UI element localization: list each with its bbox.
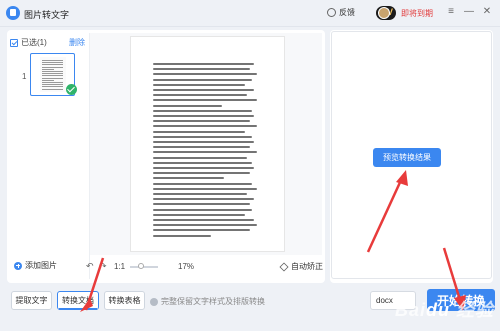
feedback-button[interactable]: 反馈 [327,7,355,18]
mode-hint-text: 完整保留文字样式及排版转换 [161,297,265,306]
feedback-icon [327,8,336,17]
document-text-line [153,156,248,159]
feedback-label: 反馈 [339,8,355,17]
thumbnail-text-line [42,84,63,86]
zoom-value: 17% [178,262,195,271]
check-icon [66,84,77,95]
rotate-right-icon[interactable]: ↷ [99,261,107,272]
document-text-line [153,234,211,237]
document-text-line [153,99,257,102]
document-text-line [153,109,252,112]
document-text-line [153,193,248,195]
delete-button[interactable]: 删除 [69,37,85,48]
document-text-line [153,151,257,154]
thumbnail-text-line [42,68,54,70]
document-text-line [153,146,250,149]
document-text-line [153,94,248,97]
document-text-line [153,203,250,206]
document-text-line [153,141,255,143]
add-image-button[interactable]: 添加图片 [14,260,57,271]
actual-size-button[interactable]: 1:1 [114,262,125,271]
expire-notice[interactable]: 即将到期 [401,8,433,19]
document-text-line [153,172,250,175]
document-text-line [153,161,252,164]
document-text-line [153,63,255,65]
rotate-left-icon[interactable]: ↶ [86,261,94,272]
menu-icon[interactable]: ≡ [445,6,457,18]
thumbnail-text-line [42,71,63,72]
cube-icon [279,261,289,272]
active-tab-indicator [59,308,97,310]
document-text-line [153,78,252,81]
thumbnail-text-line [42,82,63,83]
auto-correct-label: 自动矫正 [291,262,323,271]
document-text-line [153,219,255,221]
document-text-line [153,182,252,185]
thumbnail-text-line [42,75,63,77]
document-text-line [153,198,255,201]
info-icon [150,297,158,306]
plus-icon [14,261,22,270]
document-text-line [153,208,252,211]
avatar[interactable] [378,7,390,19]
app-logo-icon [6,6,20,20]
document-text-line [153,213,245,216]
minimize-icon[interactable]: — [463,6,475,18]
thumbnail-text-line [42,86,63,88]
thumbnail-text-line [42,62,63,64]
mode-hint: 完整保留文字样式及排版转换 [150,296,265,307]
document-text-line [153,135,252,138]
app-title: 图片转文字 [24,10,70,20]
title-bar: 图片转文字 反馈 即将到期 ≡ — ✕ [0,0,500,27]
zoom-slider[interactable] [130,266,158,268]
document-text-line [153,130,245,133]
document-text-line [153,73,257,76]
auto-correct-button[interactable]: 自动矫正 [279,261,323,272]
select-all-row[interactable]: 已选(1) [10,37,47,48]
document-text-line [153,115,255,117]
tab-extract-text[interactable]: 提取文字 [11,291,52,310]
thumbnail-text-line [42,77,63,79]
thumbnail-preview [40,57,66,92]
thumbnail-text-line [42,88,63,90]
document-text-line [153,83,245,86]
document-page-preview [130,36,285,252]
document-text-line [153,177,225,180]
selected-count-label: 已选(1) [21,38,47,47]
document-text-line [153,89,255,91]
document-text-line [153,229,250,232]
select-all-checkbox[interactable] [10,38,18,47]
thumbnail-text-line [42,60,63,61]
document-text-line [153,224,257,227]
add-image-label: 添加图片 [25,261,57,270]
thumbnail-text-line [42,66,63,68]
watermark-logo: Baidu 经验 [395,300,495,320]
thumbnail-text-line [42,64,63,66]
close-icon[interactable]: ✕ [481,6,493,18]
document-text-line [153,125,257,128]
preview-result-button[interactable]: 预览转换结果 [373,148,441,167]
page-index: 1 [22,72,27,81]
document-text-line [153,187,257,190]
thumbnail-text-line [42,79,54,81]
document-text-line [153,167,255,169]
document-text-line [153,104,222,107]
thumbnail-text-line [42,73,63,75]
document-text-line [153,120,250,123]
tab-convert-table[interactable]: 转换表格 [104,291,145,310]
document-text-line [153,68,250,71]
